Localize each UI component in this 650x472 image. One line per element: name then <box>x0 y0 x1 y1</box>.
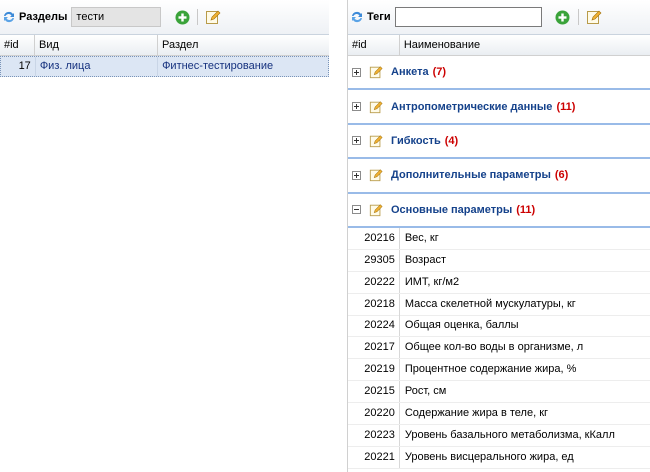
tag-id: 20223 <box>348 424 400 446</box>
refresh-icon[interactable] <box>2 10 16 24</box>
tag-id: 20217 <box>348 337 400 359</box>
table-row[interactable]: 20220 Содержание жира в теле, кг <box>348 403 650 425</box>
tag-id: 20219 <box>348 359 400 381</box>
table-row[interactable]: 20224 Общая оценка, баллы <box>348 315 650 338</box>
tags-search-input[interactable] <box>394 7 542 27</box>
add-icon <box>555 10 570 24</box>
edit-icon <box>206 10 221 24</box>
add-section-button[interactable] <box>173 8 191 26</box>
column-header-name[interactable]: Наименование <box>400 35 650 56</box>
tag-name: Уровень базального метаболизма, кКалл <box>404 428 615 441</box>
tags-grid-header: #id Наименование <box>348 34 650 56</box>
expand-icon[interactable] <box>352 67 361 77</box>
group-count: (11) <box>556 100 576 113</box>
table-row[interactable]: 20223 Уровень базального метаболизма, кКа… <box>348 424 650 447</box>
tag-name: Уровень висцерального жира, ед <box>404 450 574 463</box>
table-row[interactable]: 20219 Процентное содержание жира, % <box>348 359 650 382</box>
tag-name: Рост, см <box>404 385 447 398</box>
table-row[interactable]: 20221 Уровень висцерального жира, ед <box>348 446 650 469</box>
table-row[interactable]: 20215 Рост, см <box>348 381 650 404</box>
tag-name: Процентное содержание жира, % <box>404 363 577 376</box>
table-row-selected[interactable]: 17 Физ. лица Фитнес-тестирование <box>0 56 329 77</box>
table-row[interactable]: 20216 Вес, кг <box>348 227 650 250</box>
group-row-flexibility[interactable]: Гибкость (4) <box>348 124 650 160</box>
group-count: (7) <box>432 66 447 79</box>
expand-icon[interactable] <box>352 102 361 112</box>
column-header-id[interactable]: #id <box>0 34 35 56</box>
group-row-additional[interactable]: Дополнительные параметры (6) <box>348 159 650 194</box>
tag-id: 20221 <box>348 446 400 468</box>
tag-name: Содержание жира в теле, кг <box>404 407 549 420</box>
table-row[interactable]: 29305 Возраст <box>348 249 650 272</box>
row-razdel: Фитнес-тестирование <box>162 60 274 72</box>
edit-icon[interactable] <box>369 100 383 114</box>
tag-name: Общая оценка, баллы <box>404 319 519 332</box>
group-name: Гибкость <box>391 134 441 147</box>
edit-icon[interactable] <box>369 65 383 79</box>
collapse-icon[interactable] <box>352 205 361 215</box>
tag-name: ИМТ, кг/м2 <box>404 275 460 288</box>
add-tag-button[interactable] <box>554 8 572 26</box>
tags-toolbar: Теги <box>348 0 650 35</box>
add-icon <box>175 10 190 24</box>
tag-name: Общее кол-во воды в организме, л <box>404 341 584 354</box>
tag-id: 20215 <box>348 381 400 403</box>
row-id: 17 <box>1 57 36 76</box>
edit-tag-button[interactable] <box>585 8 603 26</box>
row-vid: Физ. лица <box>36 57 159 76</box>
tag-id: 20220 <box>348 403 400 425</box>
tag-id: 29305 <box>348 249 400 271</box>
refresh-icon[interactable] <box>350 10 364 24</box>
group-row-anthropometric[interactable]: Антропометрические данные (11) <box>348 90 650 125</box>
group-name: Основные параметры <box>391 203 513 216</box>
group-name: Анкета <box>391 66 429 79</box>
toolbar-separator <box>197 9 199 25</box>
group-name: Дополнительные параметры <box>391 169 551 182</box>
edit-icon <box>586 10 602 24</box>
table-row[interactable]: 20217 Общее кол-во воды в организме, л <box>348 337 650 360</box>
edit-section-button[interactable] <box>204 8 222 26</box>
toolbar-separator <box>577 9 579 25</box>
tag-id: 20216 <box>348 227 400 249</box>
column-header-id[interactable]: #id <box>348 34 400 56</box>
group-row-main[interactable]: Основные параметры (11) <box>348 193 650 228</box>
sections-grid-header: #id Вид Раздел <box>0 34 329 56</box>
table-row[interactable]: 20222 ИМТ, кг/м2 <box>348 271 650 294</box>
tags-title: Теги <box>367 11 391 23</box>
column-header-razdel[interactable]: Раздел <box>158 35 329 56</box>
tags-panel: Теги #id Наименование Анкета (7) Антропо… <box>347 0 650 472</box>
group-name: Антропометрические данные <box>391 100 553 113</box>
tag-id: 20224 <box>348 315 400 337</box>
sections-toolbar: Разделы <box>0 0 329 35</box>
edit-icon[interactable] <box>369 134 383 148</box>
tag-name: Возраст <box>404 253 446 266</box>
tag-id: 20218 <box>348 293 400 315</box>
tag-name: Масса скелетной мускулатуры, кг <box>404 297 576 310</box>
sections-search-input[interactable] <box>71 7 162 27</box>
group-count: (11) <box>516 203 536 216</box>
table-row[interactable]: 20218 Масса скелетной мускулатуры, кг <box>348 293 650 316</box>
expand-icon[interactable] <box>352 170 361 180</box>
group-row-anketa[interactable]: Анкета (7) <box>348 56 650 91</box>
group-count: (6) <box>554 169 569 182</box>
tag-id: 20222 <box>348 271 400 293</box>
expand-icon[interactable] <box>352 136 361 146</box>
group-count: (4) <box>444 134 459 147</box>
column-header-vid[interactable]: Вид <box>35 34 158 56</box>
sections-panel: Разделы #id Вид Раздел 17 Физ. лица Фитн… <box>0 0 329 472</box>
tags-grid-body: Анкета (7) Антропометрические данные (11… <box>348 56 650 469</box>
edit-icon[interactable] <box>369 203 383 217</box>
sections-title: Разделы <box>19 11 68 23</box>
splitter[interactable] <box>329 0 347 472</box>
edit-icon[interactable] <box>369 168 383 182</box>
tag-name: Вес, кг <box>404 231 439 244</box>
